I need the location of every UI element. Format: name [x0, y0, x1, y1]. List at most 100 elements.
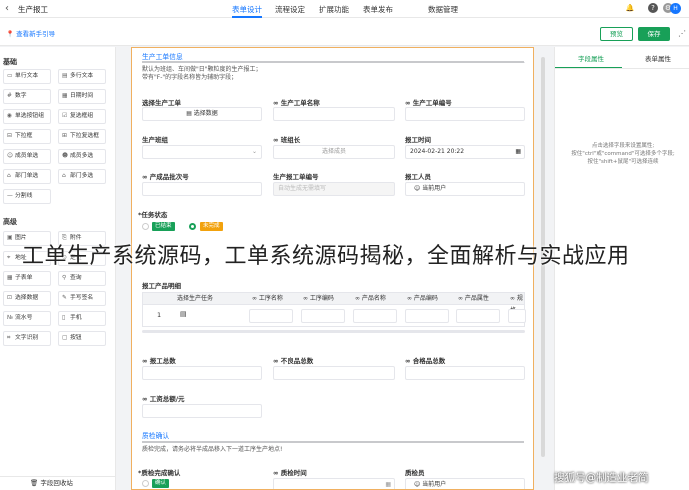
comp-label: 下拉复选框: [70, 133, 99, 139]
comp-number[interactable]: # 数字: [3, 89, 51, 104]
leader-select[interactable]: 选择成员: [273, 145, 395, 159]
comp-serial[interactable]: № 流水号: [3, 311, 51, 326]
table-row: 1 ▤: [142, 305, 526, 327]
order-name-input[interactable]: [273, 107, 395, 121]
help-icon[interactable]: ?: [648, 3, 658, 13]
avatar[interactable]: H: [670, 3, 681, 14]
comp-multiselect[interactable]: ⊞ 下拉复选框: [58, 129, 106, 144]
comp-label: 日期时间: [70, 93, 94, 99]
select-order-button[interactable]: ▤ 选择数据: [142, 107, 262, 121]
back-icon[interactable]: ‹: [5, 3, 9, 14]
comp-phone[interactable]: ▯ 手机: [58, 311, 106, 326]
button-icon: ▢: [62, 335, 68, 341]
comp-radio[interactable]: ◉ 单选按钮组: [3, 109, 51, 124]
comp-label: 单选按钮组: [15, 113, 44, 119]
radio-unchecked-icon[interactable]: [142, 223, 149, 230]
bell-icon[interactable]: 🔔: [625, 3, 635, 13]
comp-button[interactable]: ▢ 按钮: [58, 331, 106, 346]
cell-input[interactable]: [508, 309, 526, 323]
ocr-icon: ⌗: [7, 335, 11, 341]
recycle-bin[interactable]: 🗑 字段回收站: [0, 476, 116, 490]
tab-process[interactable]: 流程设定: [275, 4, 305, 15]
table-scrollbar[interactable]: [142, 330, 525, 333]
cell-input[interactable]: [301, 309, 345, 323]
column-header: 选择生产任务: [177, 295, 214, 302]
comp-label: 手机: [70, 315, 82, 321]
comp-query[interactable]: ⚲ 查询: [58, 271, 106, 286]
comp-ocr[interactable]: ⌗ 文字识别: [3, 331, 51, 346]
field-label: 生产报工单编号: [273, 173, 319, 181]
comp-select-data[interactable]: ⊡ 选择数据: [3, 291, 51, 306]
comp-label: 子表单: [15, 275, 33, 281]
tab-publish[interactable]: 表单发布: [363, 4, 393, 15]
tab-extensions[interactable]: 扩展功能: [319, 4, 349, 15]
tab-field-props[interactable]: 字段属性: [578, 53, 604, 63]
hint-line: 按住"shift+鼠尾"可选择连续: [587, 159, 659, 165]
link-icon: ∞: [142, 357, 150, 365]
cell-input[interactable]: [353, 309, 397, 323]
qc-time-input[interactable]: ▦: [273, 478, 395, 489]
image-icon: ▣: [7, 235, 13, 241]
cell-input[interactable]: [249, 309, 293, 323]
top-bar: ‹ 生产报工 表单设计 流程设定 扩展功能 表单发布 数据管理 🔔 ? ⚙ H: [0, 0, 689, 18]
bad-input[interactable]: [273, 366, 395, 380]
comp-single-text[interactable]: ▭ 单行文本: [3, 69, 51, 84]
comp-checkbox[interactable]: ☑ 复选框组: [58, 109, 106, 124]
total-input[interactable]: [142, 366, 262, 380]
share-icon[interactable]: ⋰: [678, 29, 686, 38]
report-no-input: 自动生成无需填写: [273, 182, 395, 196]
link-icon: ∞: [273, 99, 281, 107]
select-icon: ⊟: [7, 133, 12, 139]
data-icon[interactable]: ▤: [180, 310, 187, 318]
order-no-input[interactable]: [405, 107, 525, 121]
comp-divider[interactable]: — 分割线: [3, 189, 51, 204]
comp-multi-text[interactable]: ▤ 多行文本: [58, 69, 106, 84]
label-text: 质检时间: [280, 469, 307, 477]
comp-select[interactable]: ⊟ 下拉框: [3, 129, 51, 144]
good-input[interactable]: [405, 366, 525, 380]
hint-line: 按住"ctrl"或"command"可选择多个字段;: [571, 151, 675, 157]
header-text: 产品名称: [361, 295, 386, 302]
comp-datetime[interactable]: ▦ 日期时间: [58, 89, 106, 104]
reporter-select[interactable]: ☺ 当前用户: [405, 182, 525, 196]
cell-input[interactable]: [456, 309, 500, 323]
qc-person-select[interactable]: ☺ 当前用户: [405, 478, 525, 489]
comp-dept-single[interactable]: ⌂ 部门单选: [3, 169, 51, 184]
comp-label: 部门多选: [70, 173, 94, 179]
checkbox-icon[interactable]: [142, 480, 149, 487]
comp-member-single[interactable]: ☺ 成员单选: [3, 149, 51, 164]
comp-label: 分割线: [15, 193, 33, 199]
group-divider-bar: [142, 441, 524, 443]
label-text: 班组长: [280, 136, 301, 144]
row-number: 1: [157, 311, 162, 319]
group-title-order-info: 生产工单信息: [142, 53, 183, 61]
team-select[interactable]: ⌄: [142, 145, 262, 159]
tab-form-props[interactable]: 表单属性: [645, 53, 671, 63]
batch-input[interactable]: [142, 182, 262, 196]
preview-button[interactable]: 预览: [600, 27, 633, 41]
comp-label: 数字: [15, 93, 27, 99]
tab-data-manage[interactable]: 数据管理: [428, 4, 458, 15]
wage-input[interactable]: [142, 404, 262, 418]
comp-signature[interactable]: ✎ 手写签名: [58, 291, 106, 306]
qc-person-value: 当前用户: [422, 481, 447, 488]
guide-label: 查看新手引导: [16, 30, 56, 38]
checkbox-icon: ☑: [62, 113, 68, 119]
status-done-tag: 已结束: [152, 222, 175, 231]
tab-form-design[interactable]: 表单设计: [232, 4, 262, 18]
comp-subform[interactable]: ▦ 子表单: [3, 271, 51, 286]
comp-label: 查询: [70, 275, 82, 281]
basic-section-title: 基础: [3, 58, 17, 66]
guide-link[interactable]: 📍 查看新手引导: [6, 28, 55, 38]
comp-label: 流水号: [15, 315, 33, 321]
radio-checked-icon[interactable]: [189, 223, 196, 230]
link-icon: ∞: [273, 469, 281, 477]
cell-input[interactable]: [405, 309, 449, 323]
phone-icon: ▯: [62, 315, 66, 321]
comp-label: 单行文本: [15, 73, 39, 79]
comp-dept-multi[interactable]: ⌂ 部门多选: [58, 169, 106, 184]
report-time-input[interactable]: 2024-02-21 20:22 ▦: [405, 145, 525, 159]
field-label: ∞ 不良品总数: [273, 355, 313, 365]
comp-member-multi[interactable]: ☻ 成员多选: [58, 149, 106, 164]
save-button[interactable]: 保存: [638, 27, 670, 41]
